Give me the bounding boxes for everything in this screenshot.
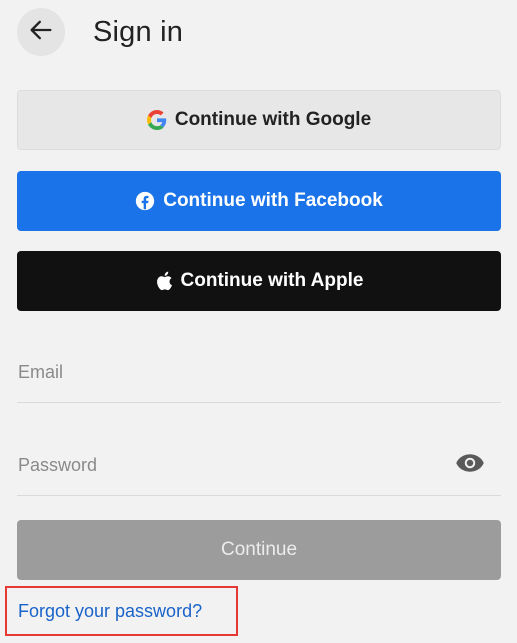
show-password-toggle[interactable] (455, 451, 485, 481)
apple-button-label: Continue with Apple (180, 270, 364, 291)
password-input[interactable] (17, 455, 501, 476)
email-input[interactable] (17, 362, 501, 383)
facebook-logo-icon (135, 191, 155, 211)
continue-with-facebook-button[interactable]: Continue with Facebook (17, 171, 501, 231)
back-button[interactable] (17, 8, 65, 56)
continue-button-label: Continue (220, 539, 298, 560)
eye-icon (455, 452, 485, 479)
password-field-container (17, 436, 501, 496)
continue-with-google-button[interactable]: Continue with Google (17, 90, 501, 150)
forgot-password-link[interactable]: Forgot your password? (18, 601, 202, 622)
header: Sign in (17, 8, 183, 56)
facebook-button-label: Continue with Facebook (163, 190, 383, 211)
google-button-label: Continue with Google (174, 109, 372, 130)
email-field-container (17, 343, 501, 403)
google-logo-icon (146, 110, 167, 130)
arrow-left-icon (27, 16, 55, 49)
apple-logo-icon (155, 271, 173, 291)
continue-button[interactable]: Continue (17, 520, 501, 580)
page-title: Sign in (93, 15, 184, 48)
continue-with-apple-button[interactable]: Continue with Apple (17, 251, 501, 311)
